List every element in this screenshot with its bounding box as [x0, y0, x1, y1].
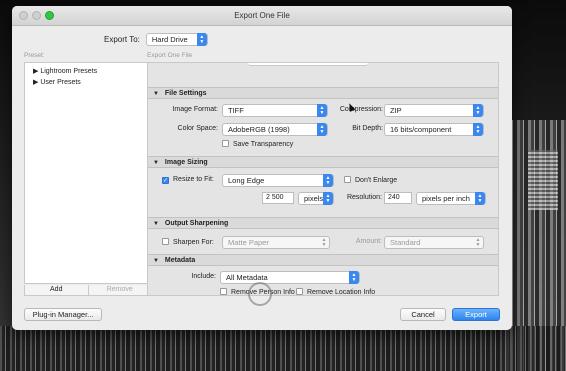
zoom-window-button[interactable]	[45, 11, 54, 20]
export-button[interactable]: Export	[452, 308, 500, 321]
disclosure-open-icon: ▼	[153, 91, 159, 97]
image-sizing-header[interactable]: ▼ Image Sizing	[148, 156, 498, 168]
image-format-label: Image Format:	[172, 106, 218, 113]
include-value: All Metadata	[226, 273, 268, 282]
compression-select[interactable]: ZIP ▲ ▼	[384, 104, 484, 117]
metadata-header[interactable]: ▼ Metadata	[148, 254, 498, 266]
output-sharpening-header[interactable]: ▼ Output Sharpening	[148, 217, 498, 229]
export-to-select[interactable]: Hard Drive ▲ ▼	[145, 33, 208, 46]
scrolled-field-remnant	[248, 63, 368, 66]
save-transparency-row[interactable]: Save Transparency	[222, 140, 293, 148]
dont-enlarge-row[interactable]: Don't Enlarge	[344, 176, 397, 184]
size-value-input[interactable]: 2 500	[262, 192, 294, 204]
minimize-window-button[interactable]	[32, 11, 41, 20]
plugin-manager-button[interactable]: Plug-in Manager...	[24, 308, 102, 321]
background-building	[528, 150, 558, 210]
resize-to-fit-row[interactable]: ✓ Resize to Fit:	[162, 176, 214, 184]
cancel-button[interactable]: Cancel	[400, 308, 446, 321]
remove-person-checkbox[interactable]	[220, 288, 227, 295]
dont-enlarge-checkbox[interactable]	[344, 176, 351, 183]
resize-to-fit-checkbox[interactable]: ✓	[162, 177, 169, 184]
resize-mode-select[interactable]: Long Edge ▲ ▼	[222, 174, 334, 187]
amount-select[interactable]: Standard ▲ ▼	[384, 236, 484, 249]
remove-preset-button[interactable]: Remove	[87, 285, 152, 295]
file-settings-header[interactable]: ▼ File Settings	[148, 87, 498, 99]
preset-buttons: Add Remove	[24, 285, 152, 296]
preset-item-lightroom[interactable]: ▶ Lightroom Presets	[25, 66, 151, 77]
background-skyline	[0, 326, 566, 371]
export-to-label: Export To:	[104, 35, 140, 44]
disclosure-open-icon: ▼	[153, 160, 159, 166]
preset-label: Preset:	[24, 52, 45, 59]
disclosure-triangle-icon: ▶	[33, 68, 39, 75]
image-format-value: TIFF	[228, 106, 244, 115]
chevron-updown-icon: ▲ ▼	[196, 33, 207, 46]
chevron-updown-icon: ▲ ▼	[473, 123, 483, 136]
remove-location-label: Remove Location Info	[307, 289, 376, 296]
include-label: Include:	[191, 273, 216, 280]
remove-location-row[interactable]: Remove Location Info	[296, 288, 376, 296]
chevron-updown-icon: ▲ ▼	[323, 174, 333, 187]
title-bar: Export One File	[12, 6, 512, 26]
sharpen-for-checkbox[interactable]	[162, 238, 169, 245]
disclosure-open-icon: ▼	[153, 221, 159, 227]
disclosure-open-icon: ▼	[153, 258, 159, 264]
resize-to-fit-label: Resize to Fit:	[173, 176, 214, 183]
resolution-label: Resolution:	[346, 194, 382, 201]
export-to-row: Export To: Hard Drive ▲ ▼	[104, 33, 208, 46]
chevron-updown-icon: ▲ ▼	[473, 104, 483, 117]
metadata-title: Metadata	[164, 257, 196, 264]
color-space-value: AdobeRGB (1998)	[228, 125, 290, 134]
sharpen-for-select[interactable]: Matte Paper ▲ ▼	[222, 236, 330, 249]
sharpen-for-row[interactable]: Sharpen For:	[162, 238, 214, 246]
color-space-select[interactable]: AdobeRGB (1998) ▲ ▼	[222, 123, 328, 136]
resolution-unit-value: pixels per inch	[422, 194, 470, 203]
window-title: Export One File	[234, 11, 290, 20]
color-space-label: Color Space:	[177, 125, 218, 132]
remove-location-checkbox[interactable]	[296, 288, 303, 295]
preset-item-user[interactable]: ▶ User Presets	[25, 77, 151, 88]
save-transparency-checkbox[interactable]	[222, 140, 229, 147]
resolution-input[interactable]: 240	[384, 192, 412, 204]
settings-panel[interactable]: ▼ File Settings Image Format: TIFF ▲ ▼ Co…	[147, 62, 499, 296]
panel-label: Export One File	[147, 52, 193, 59]
click-indicator-icon	[248, 282, 272, 306]
chevron-updown-icon: ▲ ▼	[349, 271, 359, 284]
compression-value: ZIP	[390, 106, 402, 115]
resolution-unit-select[interactable]: pixels per inch ▲ ▼	[416, 192, 486, 205]
preset-item-label: User Presets	[40, 79, 81, 86]
preset-list: ▶ Lightroom Presets ▶ User Presets	[24, 62, 152, 284]
save-transparency-label: Save Transparency	[233, 141, 294, 148]
file-settings-title: File Settings	[164, 90, 207, 97]
preset-item-label: Lightroom Presets	[40, 68, 98, 75]
chevron-updown-icon: ▲ ▼	[475, 236, 481, 248]
image-format-select[interactable]: TIFF ▲ ▼	[222, 104, 328, 117]
bit-depth-label: Bit Depth:	[352, 125, 383, 132]
close-window-button[interactable]	[19, 11, 28, 20]
sharpen-for-label: Sharpen For:	[173, 239, 214, 246]
export-to-value: Hard Drive	[151, 35, 188, 44]
dont-enlarge-label: Don't Enlarge	[355, 177, 398, 184]
include-select[interactable]: All Metadata ▲ ▼	[220, 271, 360, 284]
output-sharpening-title: Output Sharpening	[164, 220, 229, 227]
bit-depth-select[interactable]: 16 bits/component ▲ ▼	[384, 123, 484, 136]
amount-label: Amount:	[355, 238, 382, 245]
sharpen-for-value: Matte Paper	[228, 238, 269, 247]
amount-value: Standard	[390, 238, 421, 247]
chevron-updown-icon: ▲ ▼	[475, 192, 485, 205]
image-sizing-title: Image Sizing	[164, 159, 208, 166]
add-preset-button[interactable]: Add	[25, 285, 88, 295]
disclosure-triangle-icon: ▶	[33, 79, 39, 86]
bit-depth-value: 16 bits/component	[390, 125, 452, 134]
resize-mode-value: Long Edge	[228, 176, 265, 185]
